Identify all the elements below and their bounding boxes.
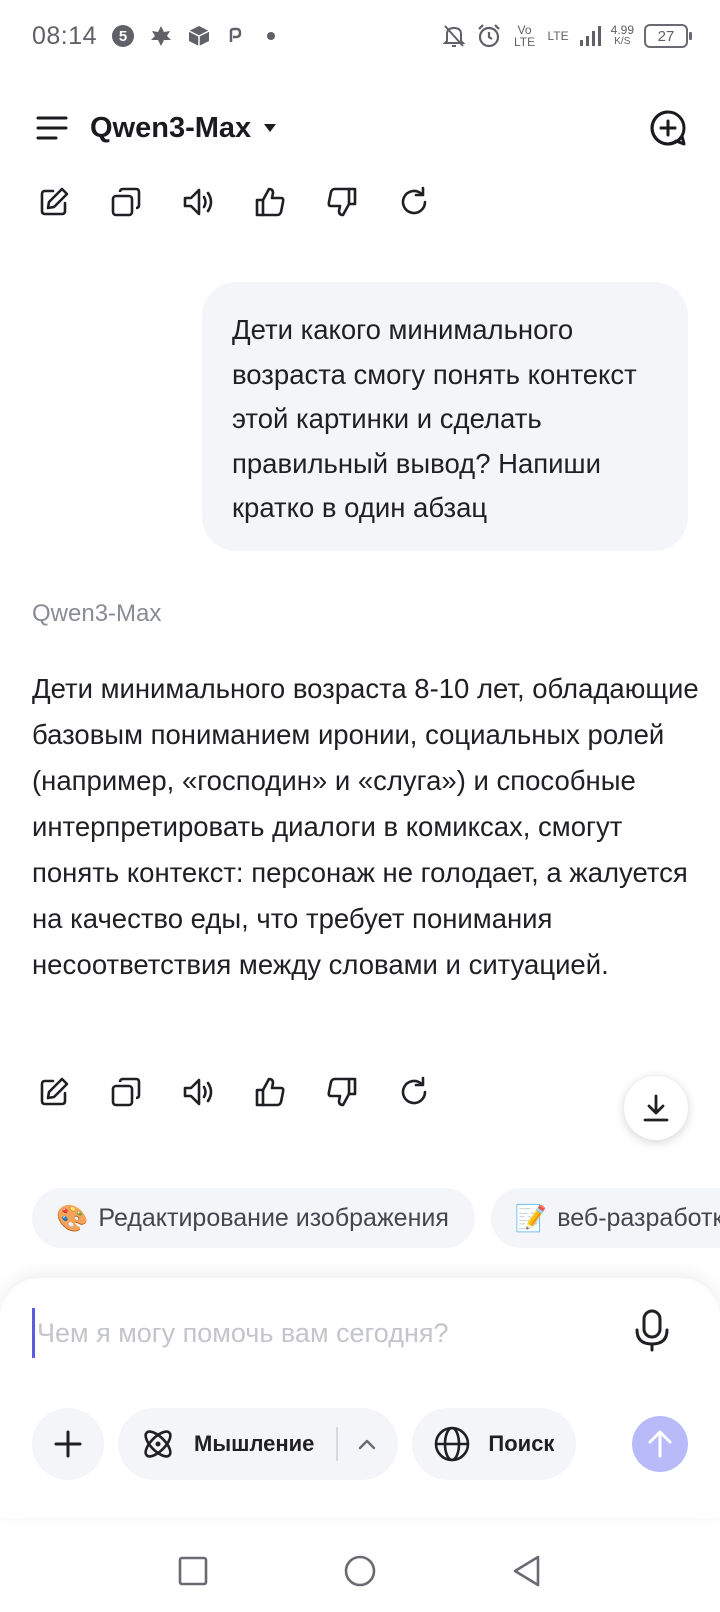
thumbs-down-icon <box>327 187 357 217</box>
thumbs-down-icon <box>327 1077 357 1107</box>
user-message-text: Дети какого минимального возраста смогу … <box>232 314 637 523</box>
voice-input-button[interactable] <box>632 1308 672 1352</box>
net-speed: 4.99 K/S <box>611 24 634 48</box>
alarm-icon <box>476 23 502 49</box>
box-icon <box>187 24 211 48</box>
thinking-toggle[interactable]: Мышление <box>118 1408 399 1480</box>
copy-button[interactable] <box>110 186 142 218</box>
battery-level: 27 <box>657 27 675 45</box>
battery-indicator: 27 <box>644 24 692 48</box>
app-header: Qwen3-Max <box>0 92 720 164</box>
like-button[interactable] <box>254 186 286 218</box>
back-button[interactable] <box>505 1549 549 1593</box>
read-aloud-button[interactable] <box>182 186 214 218</box>
copy-button[interactable] <box>110 1076 142 1108</box>
search-toggle[interactable]: Поиск <box>412 1408 577 1480</box>
status-right: Vo LTE LTE 4.99 K/S 27 <box>442 23 692 49</box>
regenerate-icon <box>401 1076 427 1105</box>
edit-icon <box>40 1077 69 1106</box>
copy-icon <box>111 1077 141 1107</box>
square-icon <box>179 1556 208 1586</box>
status-bar: 08:14 5 Vo LTE LTE 4.99 K/S 27 <box>0 0 720 72</box>
net-speed-value: 4.99 <box>610 23 634 37</box>
globe-icon <box>434 1426 470 1462</box>
dislike-button[interactable] <box>326 186 358 218</box>
edit-icon <box>40 187 69 216</box>
microphone-icon <box>635 1309 669 1352</box>
svg-text:5: 5 <box>119 28 127 45</box>
composer-toolbar: Мышление Поиск <box>32 1408 577 1480</box>
status-left: 08:14 5 <box>32 22 283 51</box>
chat-screen: 08:14 5 Vo LTE LTE 4.99 K/S 27 Qwen3-Max… <box>0 0 720 1612</box>
thumbs-up-icon <box>255 1077 285 1107</box>
dot-icon <box>259 24 283 48</box>
copy-icon <box>111 187 141 217</box>
mute-bell-icon <box>442 23 466 49</box>
send-button[interactable] <box>632 1416 688 1472</box>
speaker-icon <box>183 188 213 216</box>
search-label: Поиск <box>488 1431 555 1456</box>
new-chat-button[interactable] <box>648 108 688 148</box>
thumbs-up-icon <box>255 187 285 217</box>
composer-panel: Мышление Поиск <box>0 1278 720 1518</box>
pill-divider <box>336 1427 339 1461</box>
suggestion-chip-label: веб-разработка <box>557 1203 720 1232</box>
new-chat-icon <box>650 110 686 146</box>
net-speed-unit: K/S <box>614 36 631 47</box>
signal-icon <box>579 25 601 47</box>
circle-icon <box>344 1555 376 1587</box>
scroll-to-bottom-button[interactable] <box>624 1076 688 1140</box>
menu-button[interactable] <box>34 110 70 146</box>
speaker-icon <box>183 1078 213 1106</box>
caret-down-icon <box>264 124 277 132</box>
message-actions-top <box>38 186 430 218</box>
suggestion-chip-image-editing[interactable]: 🎨 Редактирование изображения <box>32 1188 475 1248</box>
regenerate-button[interactable] <box>398 186 430 218</box>
plus-icon <box>54 1430 82 1458</box>
status-time: 08:14 <box>32 21 98 50</box>
edit-button[interactable] <box>38 186 70 218</box>
like-button[interactable] <box>254 1076 286 1108</box>
memo-icon: 📝 <box>514 1202 548 1233</box>
chevron-up-icon[interactable] <box>358 1438 376 1450</box>
arrow-up-icon <box>648 1430 672 1458</box>
model-selector[interactable]: Qwen3-Max <box>90 112 277 145</box>
regenerate-button[interactable] <box>398 1076 430 1108</box>
dislike-button[interactable] <box>326 1076 358 1108</box>
system-nav-bar <box>0 1530 720 1612</box>
thinking-label: Мышление <box>194 1431 315 1456</box>
user-message-bubble: Дети какого минимального возраста смогу … <box>202 282 688 551</box>
message-input[interactable] <box>32 1308 592 1358</box>
five-badge-icon: 5 <box>111 24 135 48</box>
back-triangle-icon <box>513 1555 539 1587</box>
recents-button[interactable] <box>171 1549 215 1593</box>
hamburger-menu-icon <box>36 116 68 140</box>
suggestion-chip-label: Редактирование изображения <box>98 1203 449 1232</box>
home-button[interactable] <box>338 1549 382 1593</box>
volte-label: Vo LTE <box>513 23 536 49</box>
assistant-name: Qwen3-Max <box>32 600 162 627</box>
p-icon <box>225 26 245 46</box>
read-aloud-button[interactable] <box>182 1076 214 1108</box>
arrow-down-icon <box>643 1094 669 1122</box>
leaf-icon <box>149 24 173 48</box>
suggestion-chips: 🎨 Редактирование изображения 📝 веб-разра… <box>32 1188 720 1248</box>
edit-button[interactable] <box>38 1076 70 1108</box>
message-actions-bottom <box>38 1076 430 1108</box>
assistant-message-text: Дети минимального возраста 8-10 лет, обл… <box>32 673 699 980</box>
model-title: Qwen3-Max <box>90 111 252 144</box>
attach-button[interactable] <box>32 1408 104 1480</box>
atom-icon <box>140 1426 176 1462</box>
regenerate-icon <box>401 186 427 215</box>
lte-label: LTE <box>547 29 569 43</box>
palette-icon: 🎨 <box>56 1202 89 1233</box>
suggestion-chip-web-dev[interactable]: 📝 веб-разработка <box>490 1188 720 1248</box>
